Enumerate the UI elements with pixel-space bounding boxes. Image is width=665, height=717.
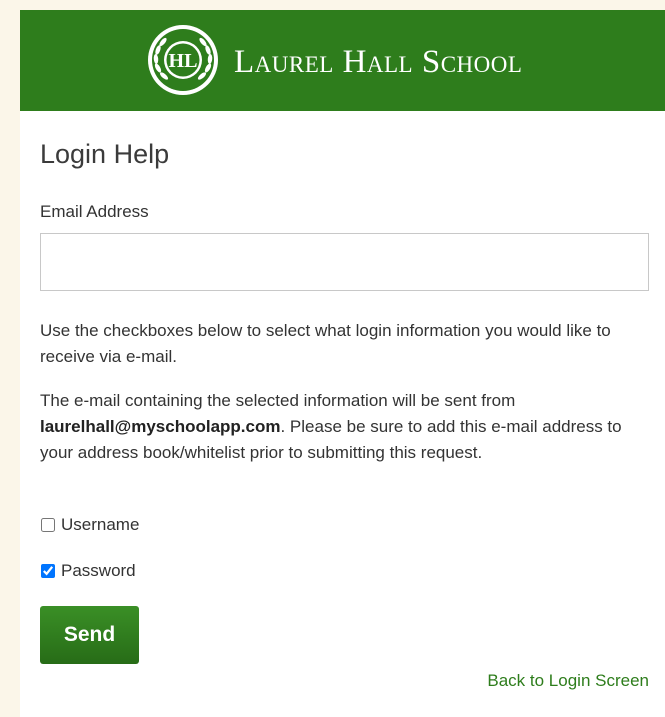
email-input[interactable]	[40, 233, 649, 291]
instruction-text: Use the checkboxes below to select what …	[40, 321, 611, 366]
school-name: Laurel Hall School	[234, 44, 523, 80]
notice-text: The e-mail containing the selected infor…	[40, 388, 652, 466]
notice-text-before: The e-mail containing the selected infor…	[40, 391, 516, 410]
back-to-login-link[interactable]: Back to Login Screen	[487, 671, 649, 691]
username-option[interactable]: Username	[40, 514, 139, 536]
send-button[interactable]: Send	[40, 606, 139, 664]
username-checkbox-label: Username	[61, 515, 140, 534]
password-checkbox[interactable]	[41, 564, 55, 578]
login-help-page: HL Laurel Hall School Login Help Email A…	[20, 10, 665, 717]
username-checkbox[interactable]	[41, 518, 55, 532]
email-label: Email Address	[40, 202, 149, 221]
crest-monogram: HL	[169, 50, 198, 72]
sender-email: laurelhall@myschoolapp.com	[40, 417, 281, 436]
password-option[interactable]: Password	[40, 560, 136, 582]
page-title: Login Help	[40, 139, 170, 169]
laurel-wreath-crest-icon: HL	[148, 25, 218, 95]
school-header: HL Laurel Hall School	[20, 10, 665, 111]
password-checkbox-label: Password	[61, 561, 136, 580]
